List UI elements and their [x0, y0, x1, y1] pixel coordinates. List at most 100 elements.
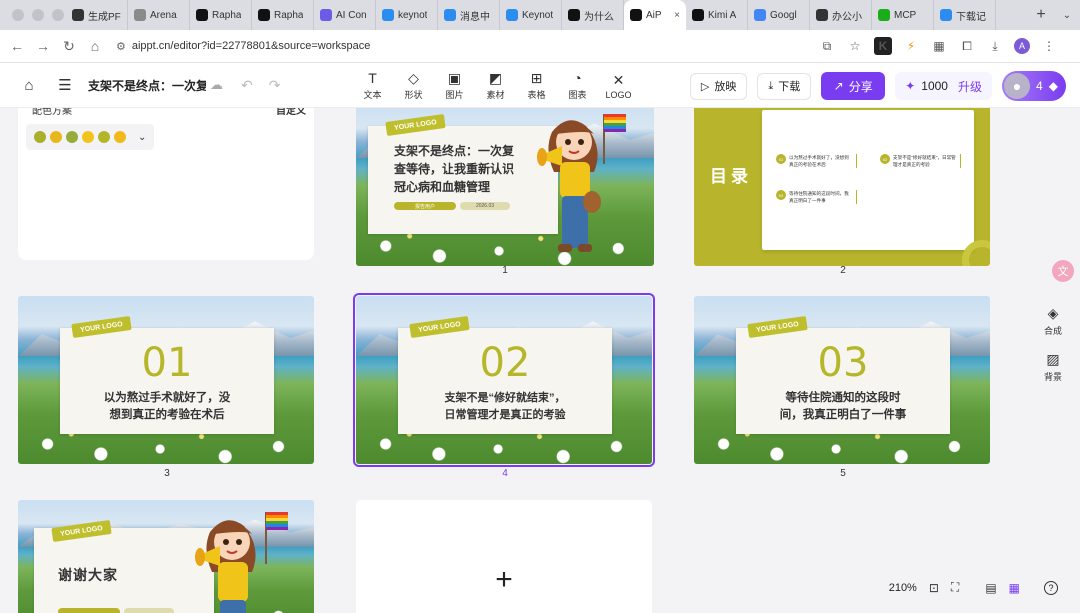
tool-material-button[interactable]: ◩ 素材 — [475, 63, 516, 108]
fit-screen-icon[interactable]: ⊡ — [929, 581, 939, 595]
slide-thumbnail-4[interactable]: 02 支架不是“修好就结束”， 日常管理才是真正的考验 YOUR LOGO — [353, 293, 655, 467]
grid-view-icon[interactable]: ▦ — [1009, 581, 1020, 595]
cartoon-girl-megaphone-illustration — [195, 512, 288, 613]
section-paper-card: 03 等待住院通知的这段时 间，我真正明白了一件事 — [736, 328, 950, 434]
slide-thumbnail-6[interactable]: YOUR LOGO 谢谢大家 — [18, 500, 314, 613]
store-extension-icon[interactable]: ▦ — [930, 37, 948, 55]
hamburger-menu-icon[interactable]: ☰ — [54, 76, 76, 94]
bookmark-star-icon[interactable]: ☆ — [846, 37, 864, 55]
user-account-pill[interactable]: ● 4 ◆ — [1002, 71, 1066, 101]
toc-item: 03 等待住院通知的这段时间，我真正明白了一件事 — [776, 190, 857, 204]
raphael-icon — [258, 9, 270, 21]
minimize-window-button[interactable] — [32, 9, 44, 21]
color-scheme-selector[interactable]: ⌄ — [26, 124, 155, 150]
section-number: 03 — [817, 340, 869, 386]
sparkle-icon: ✦ — [905, 79, 916, 93]
date-pill: 2026.03 — [460, 202, 510, 210]
browser-tab[interactable]: MCP — [872, 0, 934, 30]
browser-tab-title: Rapha — [274, 9, 304, 21]
merge-button[interactable]: ◈ 合成 — [1044, 305, 1062, 337]
profile-avatar[interactable]: A — [1014, 38, 1030, 54]
undo-icon[interactable]: ↶ — [241, 77, 253, 94]
add-slide-card[interactable]: + — [356, 500, 652, 613]
browser-tab[interactable]: AiP × — [624, 0, 686, 30]
browser-tab[interactable]: keynot — [376, 0, 438, 30]
site-info-icon[interactable]: ⚙ — [116, 40, 126, 53]
user-avatar: ● — [1004, 73, 1030, 99]
kimi-extension-icon[interactable]: K — [874, 37, 892, 55]
tool-shape-button[interactable]: ◇ 形状 — [393, 63, 434, 108]
slide-thumbnail-2[interactable]: ••• 目录 01 以为熬过手术就好了，没想到真正的考验在术后 02 支架不是“… — [694, 108, 990, 266]
close-tab-icon[interactable]: × — [674, 10, 680, 21]
aippt-icon — [630, 9, 642, 21]
date-pill — [124, 608, 174, 613]
browser-menu-icon[interactable]: ⋮ — [1040, 37, 1058, 55]
zoom-level[interactable]: 210% — [889, 582, 917, 594]
credits-upgrade-button[interactable]: ✦ 1000 升级 — [895, 72, 992, 100]
new-tab-button[interactable]: + — [1028, 0, 1054, 30]
browser-tab-title: Kimi A — [708, 9, 737, 21]
toc-item-text: 以为熬过手术就好了，没想到真正的考验在术后 — [789, 154, 857, 168]
browser-tab[interactable]: 生成PF — [66, 0, 128, 30]
address-bar: ← → ↻ ⌂ ⚙ aippt.cn/editor?id=22778801&so… — [0, 30, 1080, 63]
browser-tab[interactable]: 下载记 — [934, 0, 996, 30]
slide-thumbnail-5[interactable]: 03 等待住院通知的这段时 间，我真正明白了一件事 YOUR LOGO — [694, 296, 990, 464]
downloads-icon[interactable]: ⤓ — [986, 37, 1004, 55]
logo-icon: ✕ — [612, 71, 625, 88]
reload-icon[interactable]: ↻ — [56, 33, 82, 59]
toc-badge-icon: 02 — [880, 154, 890, 164]
browser-tab-title: MCP — [894, 9, 917, 21]
help-icon[interactable]: ? — [1044, 580, 1058, 595]
browser-tab[interactable]: Rapha — [190, 0, 252, 30]
forward-arrow-icon[interactable]: → — [30, 33, 56, 59]
browser-tab[interactable]: Kimi A — [686, 0, 748, 30]
document-title[interactable]: 支架不是终点：一次复... — [88, 77, 206, 94]
tool-label: 文本 — [363, 90, 382, 100]
browser-tab[interactable]: Googl — [748, 0, 810, 30]
browser-tab[interactable]: Rapha — [252, 0, 314, 30]
cast-icon[interactable]: ⧉ — [818, 37, 836, 55]
share-button[interactable]: ↗ 分享 — [821, 72, 886, 100]
color-swatch — [114, 131, 126, 143]
tool-logo-button[interactable]: ✕ LOGO — [598, 63, 639, 108]
back-arrow-icon[interactable]: ← — [4, 33, 30, 59]
background-button[interactable]: ▨ 背景 — [1044, 351, 1062, 383]
plus-icon: + — [495, 563, 513, 596]
maximize-window-button[interactable] — [52, 9, 64, 21]
browser-tab[interactable]: Keynot — [500, 0, 562, 30]
slide-thumbnail-1[interactable]: YOUR LOGO 支架不是终点：一次复 查等待，让我重新认识 冠心病和血糖管理… — [356, 108, 654, 266]
chevron-down-icon[interactable]: ⌄ — [138, 132, 146, 143]
fullscreen-icon[interactable]: ⛶ — [951, 580, 959, 595]
slide-grid-workspace: 配色方案 自定义 ⌄ YOUR LOGO 支架不是终点：一次复 查等待，让我重新… — [0, 108, 1080, 613]
custom-color-link[interactable]: 自定义 — [276, 108, 306, 117]
tool-label: 形状 — [404, 90, 423, 100]
browser-tab-title: 为什么 — [584, 11, 614, 23]
slide-number: 2 — [840, 265, 846, 276]
home-icon[interactable]: ⌂ — [18, 77, 40, 94]
tool-image-button[interactable]: ▣ 图片 — [434, 63, 475, 108]
single-view-icon[interactable]: ▤ — [985, 581, 996, 595]
url-field[interactable]: ⚙ aippt.cn/editor?id=22778801&source=wor… — [116, 34, 818, 58]
extensions-puzzle-icon[interactable]: ⧠ — [958, 37, 976, 55]
close-window-button[interactable] — [12, 9, 24, 21]
lightning-extension-icon[interactable]: ⚡ — [902, 37, 920, 55]
tool-table-button[interactable]: ⊞ 表格 — [516, 63, 557, 108]
tool-chart-button[interactable]: ◔ 图表 — [557, 63, 598, 108]
share-icon: ↗ — [833, 79, 844, 93]
play-button[interactable]: ▷ 放映 — [689, 72, 748, 100]
browser-tab[interactable]: AI Con — [314, 0, 376, 30]
translate-icon[interactable]: 文 — [1052, 260, 1074, 282]
tab-list-chevron-icon[interactable]: ⌄ — [1054, 10, 1080, 21]
browser-tab[interactable]: 为什么 — [562, 0, 624, 30]
slide-thumbnail-3[interactable]: 01 以为熬过手术就好了，没 想到真正的考验在术后 YOUR LOGO — [18, 296, 314, 464]
tool-text-button[interactable]: T 文本 — [352, 63, 393, 108]
browser-tab[interactable]: 消息中 — [438, 0, 500, 30]
download-button[interactable]: ⤓ 下载 — [757, 72, 812, 100]
toc-badge-icon: 03 — [776, 190, 786, 200]
tool-label: LOGO — [605, 89, 632, 100]
browser-tab[interactable]: 办公小 — [810, 0, 872, 30]
home-icon[interactable]: ⌂ — [82, 33, 108, 59]
tool-label: 图片 — [445, 90, 464, 100]
browser-tab[interactable]: Arena — [128, 0, 190, 30]
redo-icon[interactable]: ↷ — [269, 77, 281, 94]
